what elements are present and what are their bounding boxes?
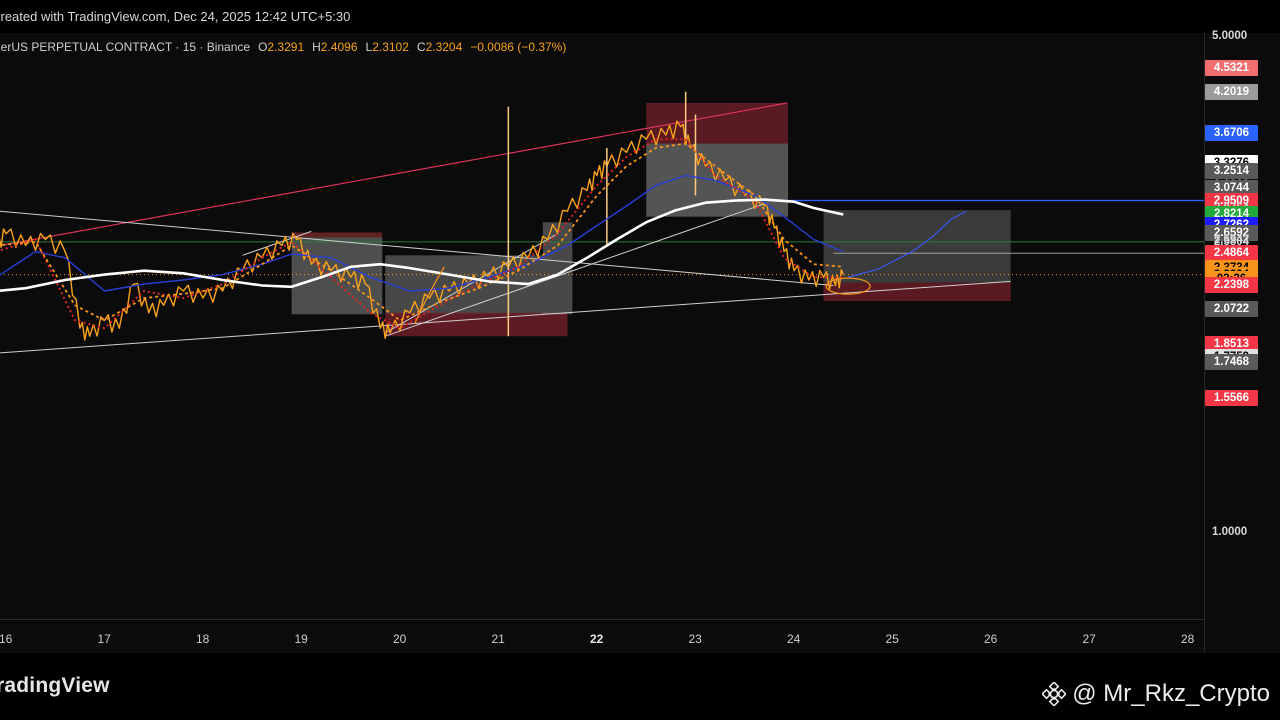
price-tag: 1.5566 (1205, 389, 1258, 406)
symbol-name: herUS PERPETUAL CONTRACT · 15 · Binance (0, 40, 251, 54)
price-tag: 4.2019 (1205, 83, 1258, 100)
price-tick-label: 1.0000 (1212, 526, 1248, 538)
time-tick-label: 22 (590, 632, 604, 646)
price-tag: 4.5321 (1205, 60, 1258, 77)
close-label: C (416, 40, 426, 54)
time-axis-separator (0, 619, 1204, 620)
time-tick-label: 26 (984, 632, 998, 646)
low-value: 2.3102 (372, 40, 409, 54)
open-label: O (258, 40, 268, 54)
author-handle-text: @ Mr_Rkz_Crypto (1072, 680, 1270, 707)
zone-bottom-20 (385, 312, 568, 337)
time-tick-label: 18 (196, 632, 210, 646)
open-value: 2.3291 (267, 40, 305, 54)
price-chart[interactable] (0, 33, 1204, 653)
zone-projection (823, 210, 1011, 283)
created-with-text: created with TradingView.com, Dec 24, 20… (0, 9, 351, 24)
low-label: L (365, 40, 373, 54)
time-tick-label: 25 (885, 632, 899, 646)
time-tick-label: 16 (0, 632, 13, 646)
top-bar: created with TradingView.com, Dec 24, 20… (0, 0, 1280, 33)
symbol-legend: herUS PERPETUAL CONTRACT · 15 · Binance … (0, 38, 700, 56)
zone-stop (823, 282, 1011, 301)
price-tag: 3.6706 (1205, 125, 1258, 142)
tradingview-logo-text: radingView (0, 674, 110, 697)
high-value: 2.4096 (320, 40, 358, 54)
time-tick-label: 17 (97, 632, 111, 646)
time-tick-label: 24 (787, 632, 801, 646)
author-handle: @ Mr_Rkz_Crypto (1042, 680, 1270, 708)
zone-top-23 (646, 102, 789, 144)
price-tag: 1.7468 (1205, 354, 1258, 371)
time-tick-label: 23 (688, 632, 702, 646)
time-tick-label: 28 (1181, 632, 1195, 646)
binance-diamond-icon (1042, 682, 1067, 706)
price-tag: 2.4864 (1205, 245, 1258, 262)
time-tick-label: 21 (491, 632, 505, 646)
time-tick-label: 20 (393, 632, 407, 646)
close-value: 2.3204 (425, 40, 463, 54)
time-tick-label: 19 (294, 632, 308, 646)
price-tick-label: 5.0000 (1212, 30, 1248, 42)
high-label: H (312, 40, 321, 54)
price-tag: 2.0722 (1205, 301, 1258, 318)
time-tick-label: 27 (1082, 632, 1096, 646)
change-value: −0.0086 (−0.37%) (470, 40, 567, 54)
price-tag: 2.2398 (1205, 277, 1258, 294)
